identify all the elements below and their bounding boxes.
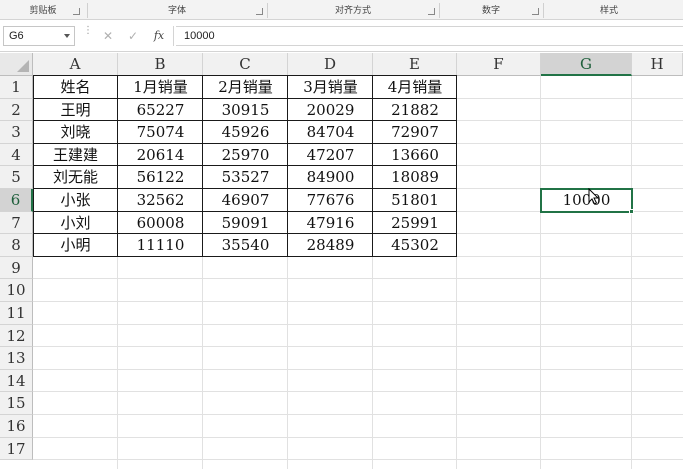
ribbon-group-label: 数字 bbox=[481, 6, 500, 16]
table-cell[interactable]: 45926 bbox=[203, 121, 288, 144]
ribbon-group-label: 字体 bbox=[167, 6, 186, 16]
mouse-cursor-icon bbox=[588, 188, 600, 205]
table-cell[interactable]: 51801 bbox=[373, 189, 457, 212]
ribbon-group-clipboard: 剪贴板 bbox=[0, 0, 86, 20]
ribbon-group-font: 字体 bbox=[88, 0, 266, 20]
column-header-g[interactable]: G bbox=[541, 53, 632, 76]
table-cell[interactable]: 20614 bbox=[118, 144, 203, 167]
table-cell[interactable]: 47916 bbox=[288, 212, 373, 235]
ribbon-group-alignment: 对齐方式 bbox=[268, 0, 438, 20]
table-cell[interactable]: 30915 bbox=[203, 99, 288, 122]
select-all-button[interactable] bbox=[0, 53, 33, 76]
row-header-15[interactable]: 15 bbox=[0, 392, 33, 415]
table-cell[interactable]: 84900 bbox=[288, 166, 373, 189]
table-cell[interactable]: 25970 bbox=[203, 144, 288, 167]
table-cell[interactable]: 王明 bbox=[33, 99, 118, 122]
name-box-value: G6 bbox=[9, 30, 24, 42]
table-header-cell[interactable]: 2月销量 bbox=[203, 76, 288, 99]
table-cell[interactable]: 65227 bbox=[118, 99, 203, 122]
dialog-launcher-icon[interactable] bbox=[256, 8, 263, 15]
ribbon-group-label: 样式 bbox=[599, 6, 618, 16]
ribbon-group-number: 数字 bbox=[440, 0, 542, 20]
table-cell[interactable]: 28489 bbox=[288, 234, 373, 257]
row-header-9[interactable]: 9 bbox=[0, 256, 33, 280]
row-header-16[interactable]: 16 bbox=[0, 415, 33, 438]
row-header-7[interactable]: 7 bbox=[0, 211, 33, 235]
row-header-3[interactable]: 3 bbox=[0, 121, 33, 144]
table-header-cell[interactable]: 姓名 bbox=[33, 76, 118, 99]
dialog-launcher-icon[interactable] bbox=[532, 8, 539, 15]
table-cell[interactable]: 小张 bbox=[33, 189, 118, 212]
table-cell[interactable]: 60008 bbox=[118, 212, 203, 235]
table-cell[interactable]: 53527 bbox=[203, 166, 288, 189]
dialog-launcher-icon[interactable] bbox=[73, 8, 80, 15]
table-header-cell[interactable]: 4月销量 bbox=[373, 76, 457, 99]
spreadsheet-grid[interactable]: ABCDEFGH 1 2 3 4 5 6 7 8 9 10 11 12 13 14 15 16 17 姓名 1月销… bbox=[0, 53, 683, 469]
row-header-2[interactable]: 2 bbox=[0, 98, 33, 122]
table-cell[interactable]: 59091 bbox=[203, 212, 288, 235]
table-cell[interactable]: 小刘 bbox=[33, 212, 118, 235]
row-header-11[interactable]: 11 bbox=[0, 302, 33, 325]
table-cell[interactable]: 47207 bbox=[288, 144, 373, 167]
row-header-13[interactable]: 13 bbox=[0, 347, 33, 370]
table-cell[interactable]: 20029 bbox=[288, 99, 373, 122]
cancel-icon[interactable]: ✕ bbox=[100, 28, 116, 44]
row-header-14[interactable]: 14 bbox=[0, 369, 33, 393]
enter-icon[interactable]: ✓ bbox=[125, 28, 141, 44]
table-cell[interactable]: 56122 bbox=[118, 166, 203, 189]
chevron-down-icon[interactable] bbox=[64, 34, 70, 38]
active-cell[interactable]: 10000 bbox=[540, 188, 633, 213]
column-header-a[interactable]: A bbox=[33, 53, 118, 76]
table-cell[interactable]: 72907 bbox=[373, 121, 457, 144]
column-header-d[interactable]: D bbox=[288, 53, 373, 76]
table-cell[interactable]: 刘晓 bbox=[33, 121, 118, 144]
table-cell[interactable]: 75074 bbox=[118, 121, 203, 144]
table-cell[interactable]: 小明 bbox=[33, 234, 118, 257]
dialog-launcher-icon[interactable] bbox=[428, 8, 435, 15]
select-all-icon bbox=[17, 60, 29, 72]
table-cell[interactable]: 32562 bbox=[118, 189, 203, 212]
table-cell[interactable]: 刘无能 bbox=[33, 166, 118, 189]
table-header-cell[interactable]: 3月销量 bbox=[288, 76, 373, 99]
table-cell[interactable]: 46907 bbox=[203, 189, 288, 212]
row-header-4[interactable]: 4 bbox=[0, 143, 33, 167]
table-cell[interactable]: 13660 bbox=[373, 144, 457, 167]
table-cell[interactable]: 77676 bbox=[288, 189, 373, 212]
row-header-10[interactable]: 10 bbox=[0, 279, 33, 302]
table-cell[interactable]: 25991 bbox=[373, 212, 457, 235]
more-options-icon[interactable]: ⋮ bbox=[83, 26, 93, 41]
row-header-5[interactable]: 5 bbox=[0, 166, 33, 189]
column-header-e[interactable]: E bbox=[373, 53, 457, 76]
column-header-c[interactable]: C bbox=[203, 53, 288, 76]
table-cell[interactable]: 35540 bbox=[203, 234, 288, 257]
column-header-h[interactable]: H bbox=[632, 53, 683, 76]
table-header-cell[interactable]: 1月销量 bbox=[118, 76, 203, 99]
row-header-1[interactable]: 1 bbox=[0, 76, 33, 99]
table-cell[interactable]: 21882 bbox=[373, 99, 457, 122]
formula-bar: G6 ⋮ ✕ ✓ fx 10000 bbox=[0, 20, 683, 52]
table-cell[interactable]: 王建建 bbox=[33, 144, 118, 167]
ribbon-group-styles: 样式 bbox=[544, 0, 674, 20]
ribbon-group-label: 对齐方式 bbox=[334, 6, 371, 16]
table-cell[interactable]: 11110 bbox=[118, 234, 203, 257]
column-header-f[interactable]: F bbox=[457, 53, 541, 76]
row-header-8[interactable]: 8 bbox=[0, 234, 33, 257]
table-cell[interactable]: 84704 bbox=[288, 121, 373, 144]
insert-function-icon[interactable]: fx bbox=[151, 28, 167, 44]
ribbon-group-labels: 剪贴板 字体 对齐方式 数字 样式 bbox=[0, 0, 683, 20]
column-header-b[interactable]: B bbox=[118, 53, 203, 76]
fill-handle[interactable] bbox=[629, 208, 634, 214]
table-cell[interactable]: 45302 bbox=[373, 234, 457, 257]
row-header-17[interactable]: 17 bbox=[0, 437, 33, 461]
row-header-6[interactable]: 6 bbox=[0, 189, 33, 212]
name-box[interactable]: G6 bbox=[3, 26, 75, 46]
row-header-12[interactable]: 12 bbox=[0, 324, 33, 348]
formula-input[interactable]: 10000 bbox=[176, 26, 683, 46]
table-cell[interactable]: 18089 bbox=[373, 166, 457, 189]
